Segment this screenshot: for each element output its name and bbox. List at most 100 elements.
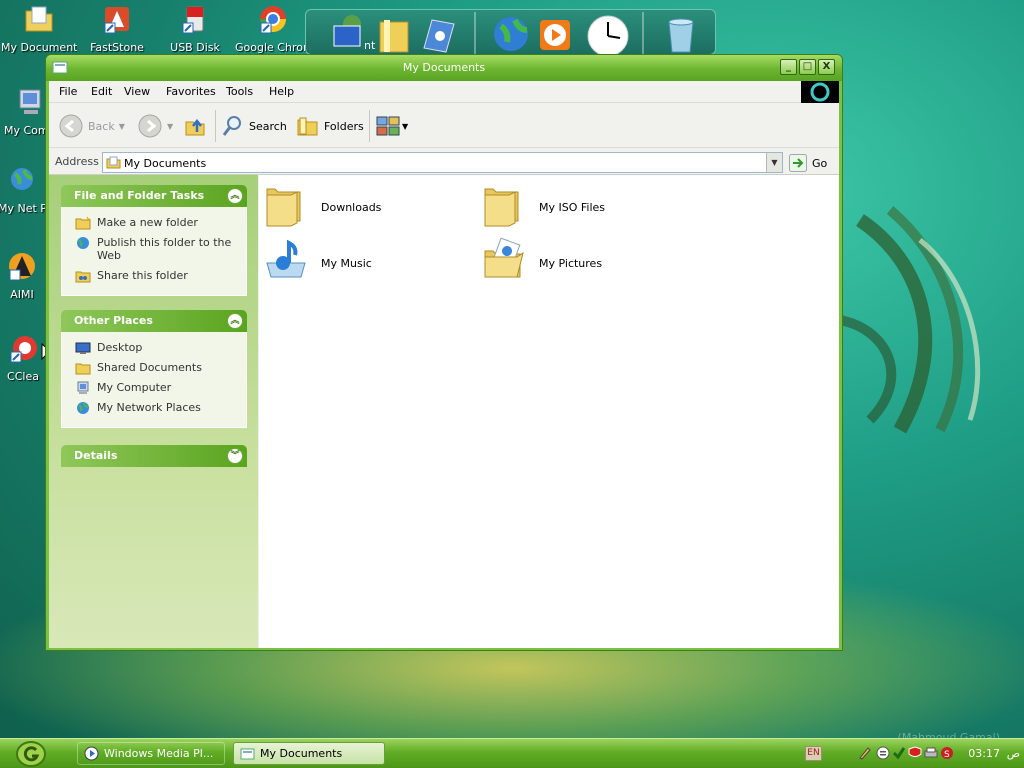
details-title: Details xyxy=(74,449,118,462)
menu-edit[interactable]: Edit xyxy=(91,85,112,98)
item-label: My Pictures xyxy=(539,257,603,270)
window-title-bar[interactable]: My Documents _ □ X xyxy=(46,55,842,81)
tray-antivirus-icon[interactable]: S xyxy=(940,746,954,760)
address-folder-icon xyxy=(106,156,121,169)
minimize-button[interactable]: _ xyxy=(780,59,797,75)
documents-window-icon xyxy=(240,748,255,760)
new-folder-icon xyxy=(75,216,91,230)
standard-toolbar: Back ▼ ▼ Search Folders ▼ xyxy=(49,104,839,148)
task-label: Share this folder xyxy=(97,269,188,282)
views-button[interactable]: ▼ xyxy=(376,112,408,140)
tray-pencil-icon[interactable] xyxy=(858,746,872,760)
place-label: My Computer xyxy=(97,381,172,394)
dock-network-computer-icon[interactable] xyxy=(328,14,368,54)
address-input[interactable]: My Documents ▼ xyxy=(102,152,783,173)
menu-tools[interactable]: Tools xyxy=(226,85,253,98)
file-folder-tasks-title: File and Folder Tasks xyxy=(74,189,205,202)
clock-time[interactable]: 03:17 xyxy=(968,747,1000,760)
tray-printer-icon[interactable] xyxy=(924,746,938,760)
desktop-icon-faststone[interactable]: FastStone xyxy=(79,3,155,54)
folder-item-my-iso-files[interactable]: My ISO Files xyxy=(481,181,691,233)
window-client-area: File Edit View Favorites Tools Help Back… xyxy=(49,81,839,648)
place-label: Desktop xyxy=(97,341,143,354)
desktop-icon-my-network-places[interactable]: My Net Plac xyxy=(0,164,46,215)
place-my-computer[interactable]: My Computer xyxy=(75,381,240,394)
dock-recycle-bin-icon[interactable] xyxy=(661,14,701,54)
desktop-icon-usb-disk[interactable]: USB Disk xyxy=(157,3,233,54)
dock-media-player-icon[interactable] xyxy=(536,14,576,54)
desktop-icon-my-documents[interactable]: My Documents xyxy=(1,3,77,54)
desktop-icon-my-computer[interactable]: My Com xyxy=(0,86,48,137)
close-button[interactable]: X xyxy=(818,59,835,75)
place-desktop[interactable]: Desktop xyxy=(75,341,240,354)
go-button[interactable]: Go xyxy=(789,154,827,172)
taskbar-button-my-documents[interactable]: My Documents xyxy=(233,742,385,765)
menu-view[interactable]: View xyxy=(124,85,150,98)
other-places-title: Other Places xyxy=(74,314,153,327)
faststone-app-icon xyxy=(104,7,129,34)
task-publish-folder-web[interactable]: Publish this folder to the Web xyxy=(75,236,240,262)
menu-favorites[interactable]: Favorites xyxy=(166,85,216,98)
item-label: Downloads xyxy=(321,201,382,214)
menu-bar: File Edit View Favorites Tools Help xyxy=(49,81,839,103)
tray-security-icon[interactable] xyxy=(892,746,906,760)
pictures-folder-icon xyxy=(484,237,524,278)
tray-volume-icon[interactable] xyxy=(876,746,890,760)
folder-item-my-pictures[interactable]: My Pictures xyxy=(481,237,691,289)
dock-separator xyxy=(474,12,476,54)
publish-web-icon xyxy=(77,237,89,249)
task-make-new-folder[interactable]: Make a new folder xyxy=(75,216,240,230)
music-folder-icon xyxy=(266,239,306,278)
dock-item-label: nt xyxy=(364,39,376,52)
address-bar: Address My Documents ▼ Go xyxy=(49,149,839,175)
computer-icon xyxy=(19,89,41,114)
forward-dropdown-icon: ▼ xyxy=(167,121,174,131)
other-places-header[interactable]: Other Places ︽ xyxy=(61,310,247,332)
folders-button[interactable]: Folders xyxy=(296,112,364,140)
folder-icon xyxy=(484,188,519,227)
place-shared-documents[interactable]: Shared Documents xyxy=(75,361,240,375)
up-folder-icon xyxy=(185,118,205,136)
menu-file[interactable]: File xyxy=(59,85,77,98)
task-share-folder[interactable]: Share this folder xyxy=(75,269,240,283)
dock-separator xyxy=(642,12,644,54)
place-my-network-places[interactable]: My Network Places xyxy=(75,401,240,414)
forward-button[interactable]: ▼ xyxy=(137,112,173,140)
back-button[interactable]: Back ▼ xyxy=(58,112,125,140)
collapse-chevron-icon[interactable]: ︽ xyxy=(227,188,243,204)
media-player-icon xyxy=(84,746,99,761)
expand-chevron-icon[interactable]: ︾ xyxy=(227,448,243,464)
views-icon xyxy=(376,116,400,136)
address-dropdown-button[interactable]: ▼ xyxy=(766,153,782,172)
file-folder-tasks-header[interactable]: File and Folder Tasks ︽ xyxy=(61,185,247,207)
menu-help[interactable]: Help xyxy=(269,85,294,98)
taskbar-button-windows-media-player[interactable]: Windows Media Pl... xyxy=(77,742,225,765)
taskbar-button-label: Windows Media Pl... xyxy=(104,747,214,760)
dock-folder-icon[interactable] xyxy=(376,14,416,54)
tray-shield-icon[interactable] xyxy=(908,746,922,760)
desktop-icon-google-chrome[interactable]: Google Chrome xyxy=(235,3,311,54)
folder-item-my-music[interactable]: My Music xyxy=(263,237,473,289)
folder-icon xyxy=(266,188,301,227)
dock-internet-globe-icon[interactable] xyxy=(491,14,531,54)
address-label: Address xyxy=(55,155,99,168)
folders-label: Folders xyxy=(324,119,364,133)
task-pane: File and Folder Tasks ︽ Make a new folde… xyxy=(49,175,258,648)
dock-control-panel-icon[interactable] xyxy=(418,14,458,54)
collapse-chevron-icon[interactable]: ︽ xyxy=(227,313,243,329)
dock-clock-icon[interactable] xyxy=(584,12,632,54)
task-label: Make a new folder xyxy=(97,216,198,229)
maximize-button[interactable]: □ xyxy=(799,59,816,75)
up-folder-button[interactable] xyxy=(183,112,207,140)
desktop-dock: nt xyxy=(305,9,716,55)
explorer-window: My Documents _ □ X File Edit View Favori… xyxy=(45,54,843,651)
details-header[interactable]: Details ︾ xyxy=(61,445,247,467)
start-button-icon[interactable] xyxy=(16,741,46,767)
place-label: My Network Places xyxy=(97,401,201,414)
search-button[interactable]: Search xyxy=(221,112,287,140)
language-indicator[interactable]: EN xyxy=(805,746,822,761)
desktop-icon-aimp[interactable]: AIMI xyxy=(0,250,46,301)
documents-folder-icon xyxy=(25,6,53,32)
folder-item-downloads[interactable]: Downloads xyxy=(263,181,473,233)
go-label: Go xyxy=(812,156,828,170)
